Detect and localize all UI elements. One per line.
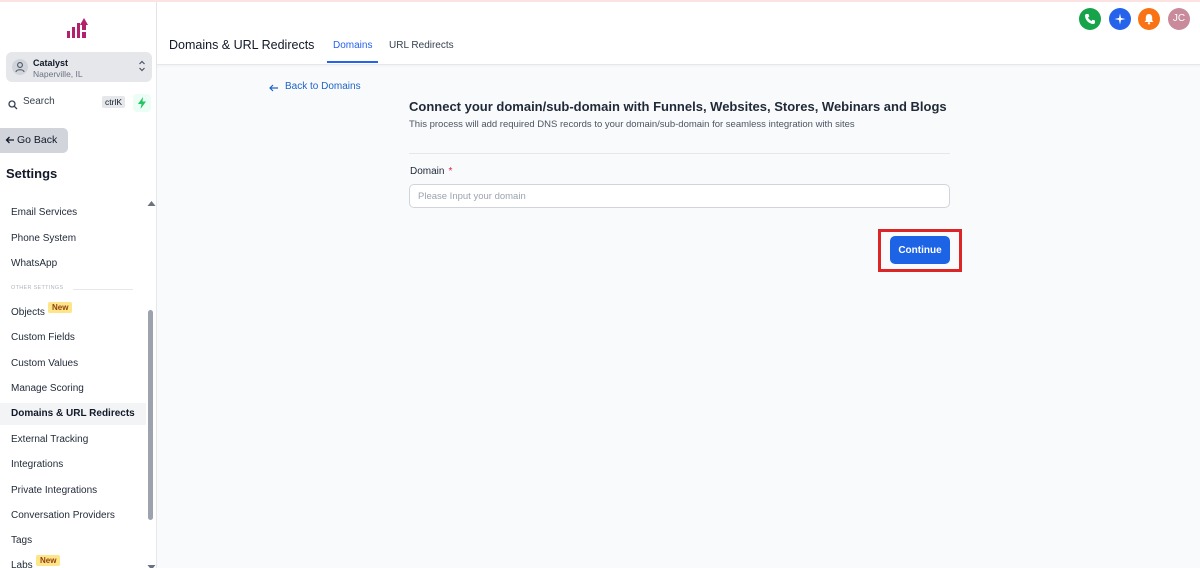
tab-url-redirects[interactable]: URL Redirects [389, 40, 454, 51]
sidebar-item-custom-fields[interactable]: Custom Fields [0, 327, 146, 349]
search-shortcut: ctrlK [102, 96, 125, 108]
sidebar-item-label: External Tracking [11, 434, 89, 445]
sidebar-item-external-tracking[interactable]: External Tracking [0, 429, 146, 451]
sidebar-item-private-integrations[interactable]: Private Integrations [0, 480, 146, 502]
domain-input[interactable] [409, 184, 950, 208]
arrow-left-icon [269, 84, 279, 95]
section-divider [409, 153, 950, 154]
sidebar-item-objects[interactable]: Objects New [0, 302, 146, 324]
sidebar-item-custom-values[interactable]: Custom Values [0, 353, 146, 375]
phone-button[interactable] [1079, 8, 1101, 30]
sidebar-scrollbar[interactable] [148, 310, 153, 520]
page-title: Domains & URL Redirects [169, 38, 315, 52]
connect-domain-description: This process will add required DNS recor… [409, 119, 855, 130]
active-tab-indicator [327, 61, 378, 63]
sidebar-item-label: Objects [11, 307, 45, 318]
page-header: Domains & URL Redirects Domains URL Redi… [157, 2, 1200, 65]
sidebar-item-label: Manage Scoring [11, 383, 84, 394]
section-label-other-settings: OTHER SETTINGS [11, 285, 64, 291]
connect-domain-heading: Connect your domain/sub-domain with Funn… [409, 99, 947, 114]
account-location: Naperville, IL [33, 69, 83, 79]
sidebar-item-label: Conversation Providers [11, 510, 115, 521]
search-label: Search [23, 96, 55, 107]
sidebar-item-label: Domains & URL Redirects [11, 408, 135, 419]
account-name: Catalyst [33, 58, 69, 68]
new-badge: New [48, 302, 73, 313]
required-marker: * [448, 166, 453, 177]
sidebar-item-label: Phone System [11, 233, 77, 244]
continue-button[interactable]: Continue [890, 236, 950, 264]
sidebar-item-tags[interactable]: Tags [0, 530, 146, 552]
sidebar-item-conversation-providers[interactable]: Conversation Providers [0, 505, 146, 527]
tab-domains[interactable]: Domains [333, 40, 372, 51]
back-link-label: Back to Domains [285, 81, 361, 92]
logo-icon[interactable] [64, 14, 92, 42]
scroll-down-arrow-icon[interactable] [147, 558, 156, 568]
sidebar-item-integrations[interactable]: Integrations [0, 454, 146, 476]
sidebar-item-label: Integrations [11, 459, 64, 470]
sidebar-item-manage-scoring[interactable]: Manage Scoring [0, 378, 146, 400]
sidebar-search[interactable]: Search ctrlK [6, 94, 128, 110]
sidebar-item-label: Tags [11, 535, 33, 546]
chevron-updown-icon [138, 59, 146, 78]
account-switcher[interactable]: Catalyst Naperville, IL [6, 52, 152, 82]
sidebar-item-label: Email Services [11, 207, 78, 218]
location-avatar-icon [12, 59, 28, 75]
sidebar-item-whatsapp[interactable]: WhatsApp [0, 253, 146, 275]
notifications-button[interactable] [1138, 8, 1160, 30]
sidebar-item-email-services[interactable]: Email Services [0, 202, 146, 224]
arrow-left-icon [5, 135, 15, 148]
domain-label-text: Domain [410, 166, 445, 177]
sidebar-item-label: Custom Values [11, 358, 79, 369]
settings-heading: Settings [6, 166, 58, 181]
new-badge: New [36, 555, 61, 566]
sidebar-item-domains-url-redirects[interactable]: Domains & URL Redirects [0, 403, 146, 425]
scroll-up-arrow-icon[interactable] [147, 194, 156, 212]
go-back-label: Go Back [17, 134, 58, 146]
sidebar-item-phone-system[interactable]: Phone System [0, 228, 146, 250]
quick-actions-button[interactable] [133, 94, 151, 112]
sidebar-item-label: WhatsApp [11, 258, 58, 269]
section-divider [73, 289, 133, 290]
search-icon [8, 97, 18, 115]
user-avatar[interactable]: JC [1168, 8, 1190, 30]
go-back-button[interactable]: Go Back [0, 128, 68, 153]
ai-assistant-button[interactable] [1109, 8, 1131, 30]
sidebar: Catalyst Naperville, IL Search ctrlK Go … [0, 2, 157, 568]
sidebar-item-labs[interactable]: Labs New [0, 555, 146, 568]
domain-field-label: Domain * [410, 166, 452, 177]
sidebar-item-label: Private Integrations [11, 485, 98, 496]
sidebar-item-label: Labs [11, 560, 33, 568]
sidebar-item-label: Custom Fields [11, 332, 75, 343]
